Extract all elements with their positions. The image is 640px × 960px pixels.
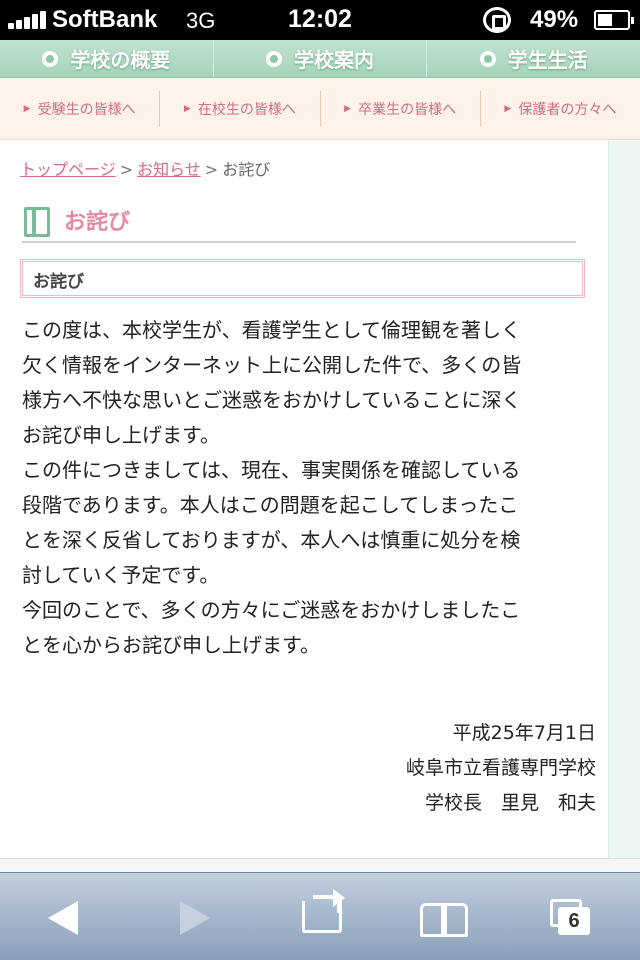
bullet-icon [479,50,496,67]
subnav-item-guardians[interactable]: ▶ 保護者の方々へ [481,91,640,127]
subnav-item-applicants[interactable]: ▶ 受験生の皆様へ [0,90,161,127]
signature-date: 平成25年7月1日 [452,722,596,744]
body-line: 様方へ不快な思いとご迷惑をおかけしていることに深く [22,388,522,412]
subnav-item-label: 在校生の皆様へ [197,101,296,118]
browser-toolbar: 6 [0,872,640,960]
bookmarks-icon[interactable] [420,903,468,937]
body-line: 段階であります。本人はこの問題を起こしてしまったこ [22,493,519,517]
main-navigation: 学校の概要 学校案内 学生生活 [0,40,640,78]
nav-item-student-life[interactable]: 学生生活 [427,40,640,77]
body-line: 討していく予定です。 [22,563,220,587]
body-line: とを心からお詫び申し上げます。 [22,633,320,657]
body-line: この度は、本校学生が、看護学生として倫理観を著しく [22,318,521,342]
tab-count: 6 [558,907,590,935]
book-icon [24,207,50,237]
section-subheading: お詫び [20,259,585,298]
breadcrumb-link-news[interactable]: お知らせ [137,160,201,179]
status-bar: SoftBank 3G 12:02 49% [0,0,640,40]
body-line: 欠く情報をインターネット上に公開した件で、多くの皆 [22,353,522,377]
apology-text: この度は、本校学生が、看護学生として倫理観を著しく 欠く情報をインターネット上に… [22,313,582,663]
share-icon[interactable] [302,889,345,933]
rotation-lock-icon [483,7,511,33]
body-line: お詫び申し上げます。 [22,423,220,447]
breadcrumb-current: お詫び [222,160,271,179]
triangle-right-icon: ▶ [344,103,352,114]
triangle-right-icon: ▶ [183,103,191,114]
body-line: 今回のことで、多くの方々にご迷惑をおかけしましたこ [22,598,521,622]
nav-item-school-overview[interactable]: 学校の概要 [0,40,214,77]
sub-navigation: ▶ 受験生の皆様へ ▶ 在校生の皆様へ ▶ 卒業生の皆様へ ▶ 保護者の方々へ [0,78,640,140]
subnav-item-label: 受験生の皆様へ [37,101,136,118]
nav-item-school-guide[interactable]: 学校案内 [214,40,428,77]
breadcrumb-link-top[interactable]: トップページ [20,160,116,179]
breadcrumb-separator: > [119,160,134,179]
tabs-button[interactable]: 6 [550,899,590,935]
subnav-item-label: 保護者の方々へ [518,101,617,118]
page-title: お詫び [64,210,131,235]
subnav-item-graduates[interactable]: ▶ 卒業生の皆様へ [321,90,481,127]
back-arrow-icon[interactable] [48,901,78,935]
subnav-item-current-students[interactable]: ▶ 在校生の皆様へ [160,90,321,127]
subnav-item-label: 卒業生の皆様へ [358,101,457,118]
forward-arrow-icon[interactable] [180,901,210,935]
nav-item-label: 学校の概要 [70,48,171,72]
signature-principal: 学校長 里見 和夫 [424,792,596,814]
breadcrumb-separator: > [204,160,219,179]
battery-icon [594,10,634,30]
battery-percentage: 49% [530,6,579,33]
body-line: とを深く反省しておりますが、本人へは慎重に処分を検 [22,528,521,552]
nav-item-label: 学校案内 [294,48,374,72]
signature-school: 岐阜市立看護専門学校 [405,757,596,779]
page-heading: お詫び [22,201,576,243]
signature-block: 平成25年7月1日 岐阜市立看護専門学校 学校長 里見 和夫 [406,716,596,821]
breadcrumb: トップページ > お知らせ > お詫び [20,156,270,180]
triangle-right-icon: ▶ [504,103,512,114]
main-content: トップページ > お知らせ > お詫び お詫び お詫び この度は、本校学生が、看護学生と… [0,141,608,859]
bullet-icon [42,50,59,67]
side-strip [608,141,640,859]
triangle-right-icon: ▶ [23,103,31,114]
bullet-icon [266,50,282,67]
nav-item-label: 学生生活 [507,48,588,72]
subheading-text: お詫び [33,272,84,292]
body-line: この件につきましては、現在、事実関係を確認している [22,458,521,482]
